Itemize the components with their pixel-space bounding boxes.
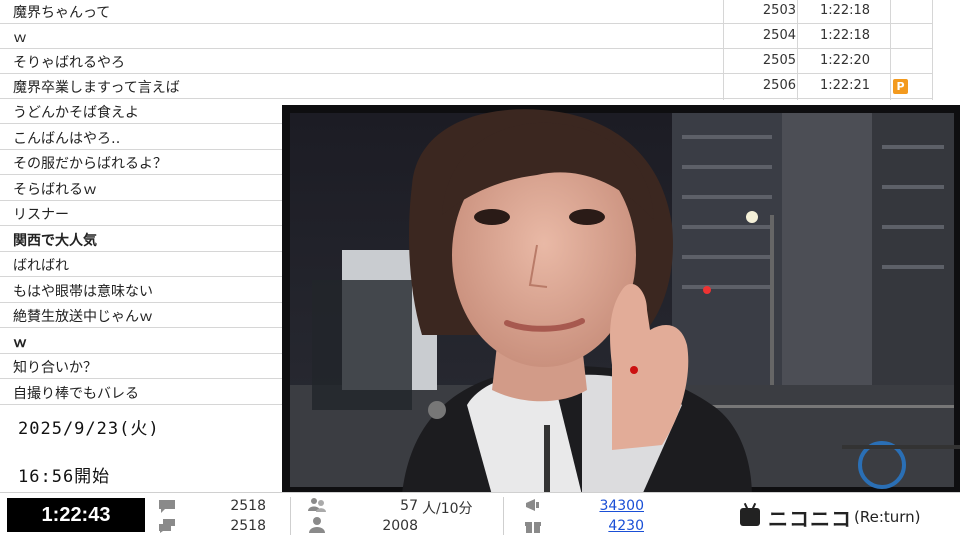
comment-text: ｗ <box>13 335 27 351</box>
comment-text: 知り合いか？ <box>13 360 97 376</box>
comment-text: 魔界ちゃんって <box>13 5 111 21</box>
comment-text: うどんかそば食えよ <box>13 105 139 121</box>
video-frame-image <box>282 105 960 495</box>
comment-time: 1:22:18 <box>819 28 871 43</box>
comment-text: こんばんはやろ‥ <box>13 131 121 147</box>
premium-badge-icon: P <box>893 79 908 94</box>
active-count: 57 <box>400 498 418 514</box>
comment-count: 2518 <box>230 498 266 514</box>
comment-text: もはや眼帯は意味ない <box>13 284 153 300</box>
comment-text: リスナー <box>13 207 69 223</box>
comment-text: その服だからばれるよ？ <box>13 156 167 172</box>
comment-row[interactable]: ｗ 2504 1:22:18 <box>0 25 933 49</box>
comment-row[interactable]: 魔界ちゃんって 2503 1:22:18 <box>0 0 933 24</box>
comment-text: 自撮り棒でもバレる <box>13 386 139 402</box>
comment-number: 2504 <box>762 28 796 43</box>
comment-text: 絶賛生放送中じゃんｗ <box>13 309 153 325</box>
gift-points-link[interactable]: 4230 <box>570 518 644 534</box>
niconico-logo: ニコニコ (Re:turn) <box>740 505 921 531</box>
visitor-count: 2008 <box>382 518 418 534</box>
video-player[interactable] <box>282 105 960 495</box>
comment-text: そらばれるｗ <box>13 182 97 198</box>
broadcast-date: 2025/9/23(火) <box>18 419 160 439</box>
users-icon <box>308 498 326 512</box>
megaphone-icon <box>526 499 539 511</box>
gift-icon <box>525 522 541 533</box>
status-divider <box>290 497 291 535</box>
elapsed-time: 1:22:43 <box>7 498 145 532</box>
tv-logo-icon <box>740 508 760 526</box>
comment-number: 2503 <box>762 3 796 18</box>
status-divider <box>503 497 504 535</box>
comment-text: 魔界卒業しますって言えば <box>13 80 180 96</box>
comment-time: 1:22:21 <box>819 78 871 93</box>
ad-points-link[interactable]: 34300 <box>570 498 644 514</box>
comment-count-total: 2518 <box>230 518 266 534</box>
comment-text: そりゃばれるやろ <box>13 55 125 71</box>
comment-text: ばればれ <box>13 258 69 274</box>
person-icon <box>309 517 325 533</box>
broadcast-start-time: 16:56開始 <box>18 467 111 487</box>
comment-number: 2505 <box>762 53 796 68</box>
brand-subtitle: (Re:turn) <box>854 508 921 526</box>
active-unit: 人/10分 <box>422 501 473 517</box>
comment-time: 1:22:18 <box>819 3 871 18</box>
comment-text: 関西で大人気 <box>13 233 97 249</box>
stacked-bubbles-icon <box>159 519 175 533</box>
brand-name: ニコニコ <box>768 506 852 531</box>
speech-bubble-icon <box>159 500 175 513</box>
comment-text: ｗ <box>13 30 27 46</box>
comment-row[interactable]: そりゃばれるやろ 2505 1:22:20 <box>0 50 933 74</box>
comment-time: 1:22:20 <box>819 53 871 68</box>
comment-number: 2506 <box>762 78 796 93</box>
status-bar: 1:22:43 2518 2518 57 人/10分 2008 34300 42… <box>0 492 960 540</box>
comment-row[interactable]: 魔界卒業しますって言えば 2506 1:22:21 P <box>0 75 933 99</box>
